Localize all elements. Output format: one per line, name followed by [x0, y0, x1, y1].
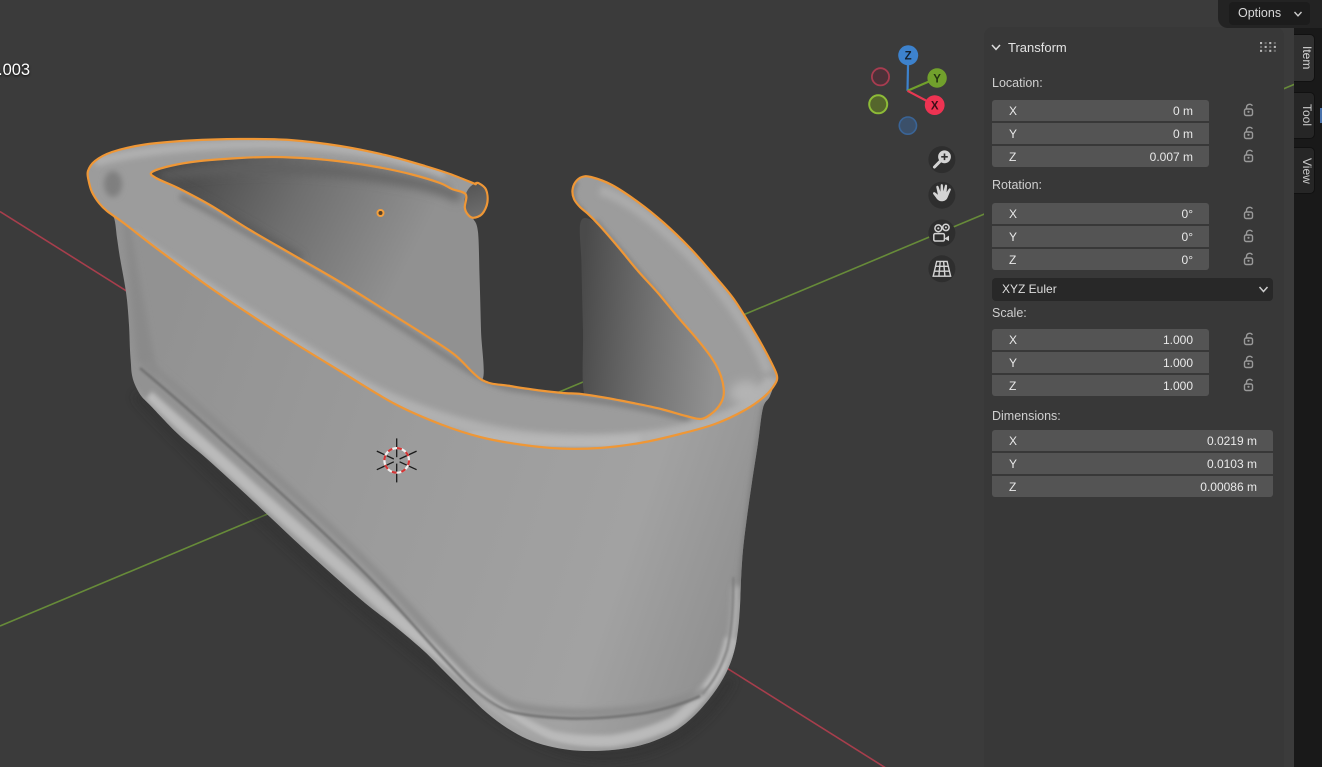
svg-text:X: X — [931, 100, 939, 112]
svg-text:Z: Z — [905, 51, 912, 63]
svg-text:Y: Y — [933, 73, 941, 85]
